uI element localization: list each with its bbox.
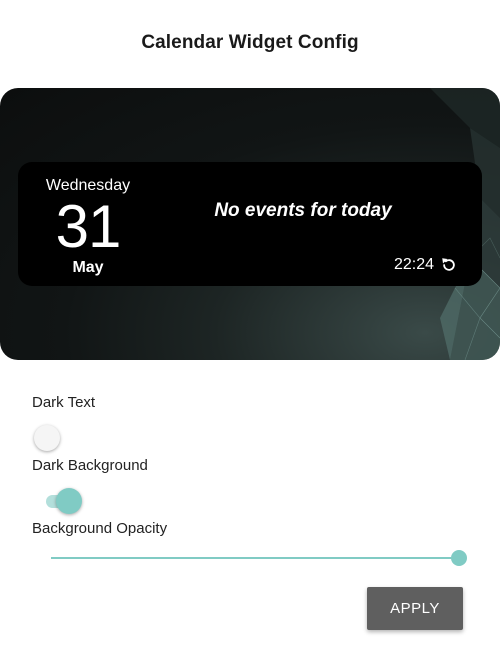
page-title: Calendar Widget Config (141, 32, 359, 53)
dark-background-label: Dark Background (32, 457, 148, 474)
day-number: 31 (55, 193, 122, 260)
background-opacity-slider[interactable] (51, 548, 467, 568)
dark-text-toggle[interactable] (32, 424, 72, 452)
slider-thumb[interactable] (451, 550, 467, 566)
refresh-icon[interactable] (440, 256, 458, 274)
dark-text-label: Dark Text (32, 394, 96, 411)
calendar-widget[interactable]: Wednesday 31 May No events for today 22:… (18, 162, 482, 286)
apply-button[interactable]: APPLY (367, 587, 463, 630)
widget-preview: Wednesday 31 May No events for today 22:… (0, 88, 500, 360)
no-events-message: No events for today (214, 200, 392, 221)
month-label: May (72, 259, 104, 276)
dark-background-toggle[interactable] (42, 487, 82, 515)
background-opacity-label: Background Opacity (32, 520, 168, 537)
slider-rail (51, 557, 459, 559)
refresh-control[interactable]: 22:24 (394, 256, 458, 274)
last-updated-time: 22:24 (393, 256, 434, 273)
toggle-thumb (56, 488, 82, 514)
date-block: Wednesday 31 May (36, 176, 140, 278)
toggle-thumb (34, 425, 60, 451)
